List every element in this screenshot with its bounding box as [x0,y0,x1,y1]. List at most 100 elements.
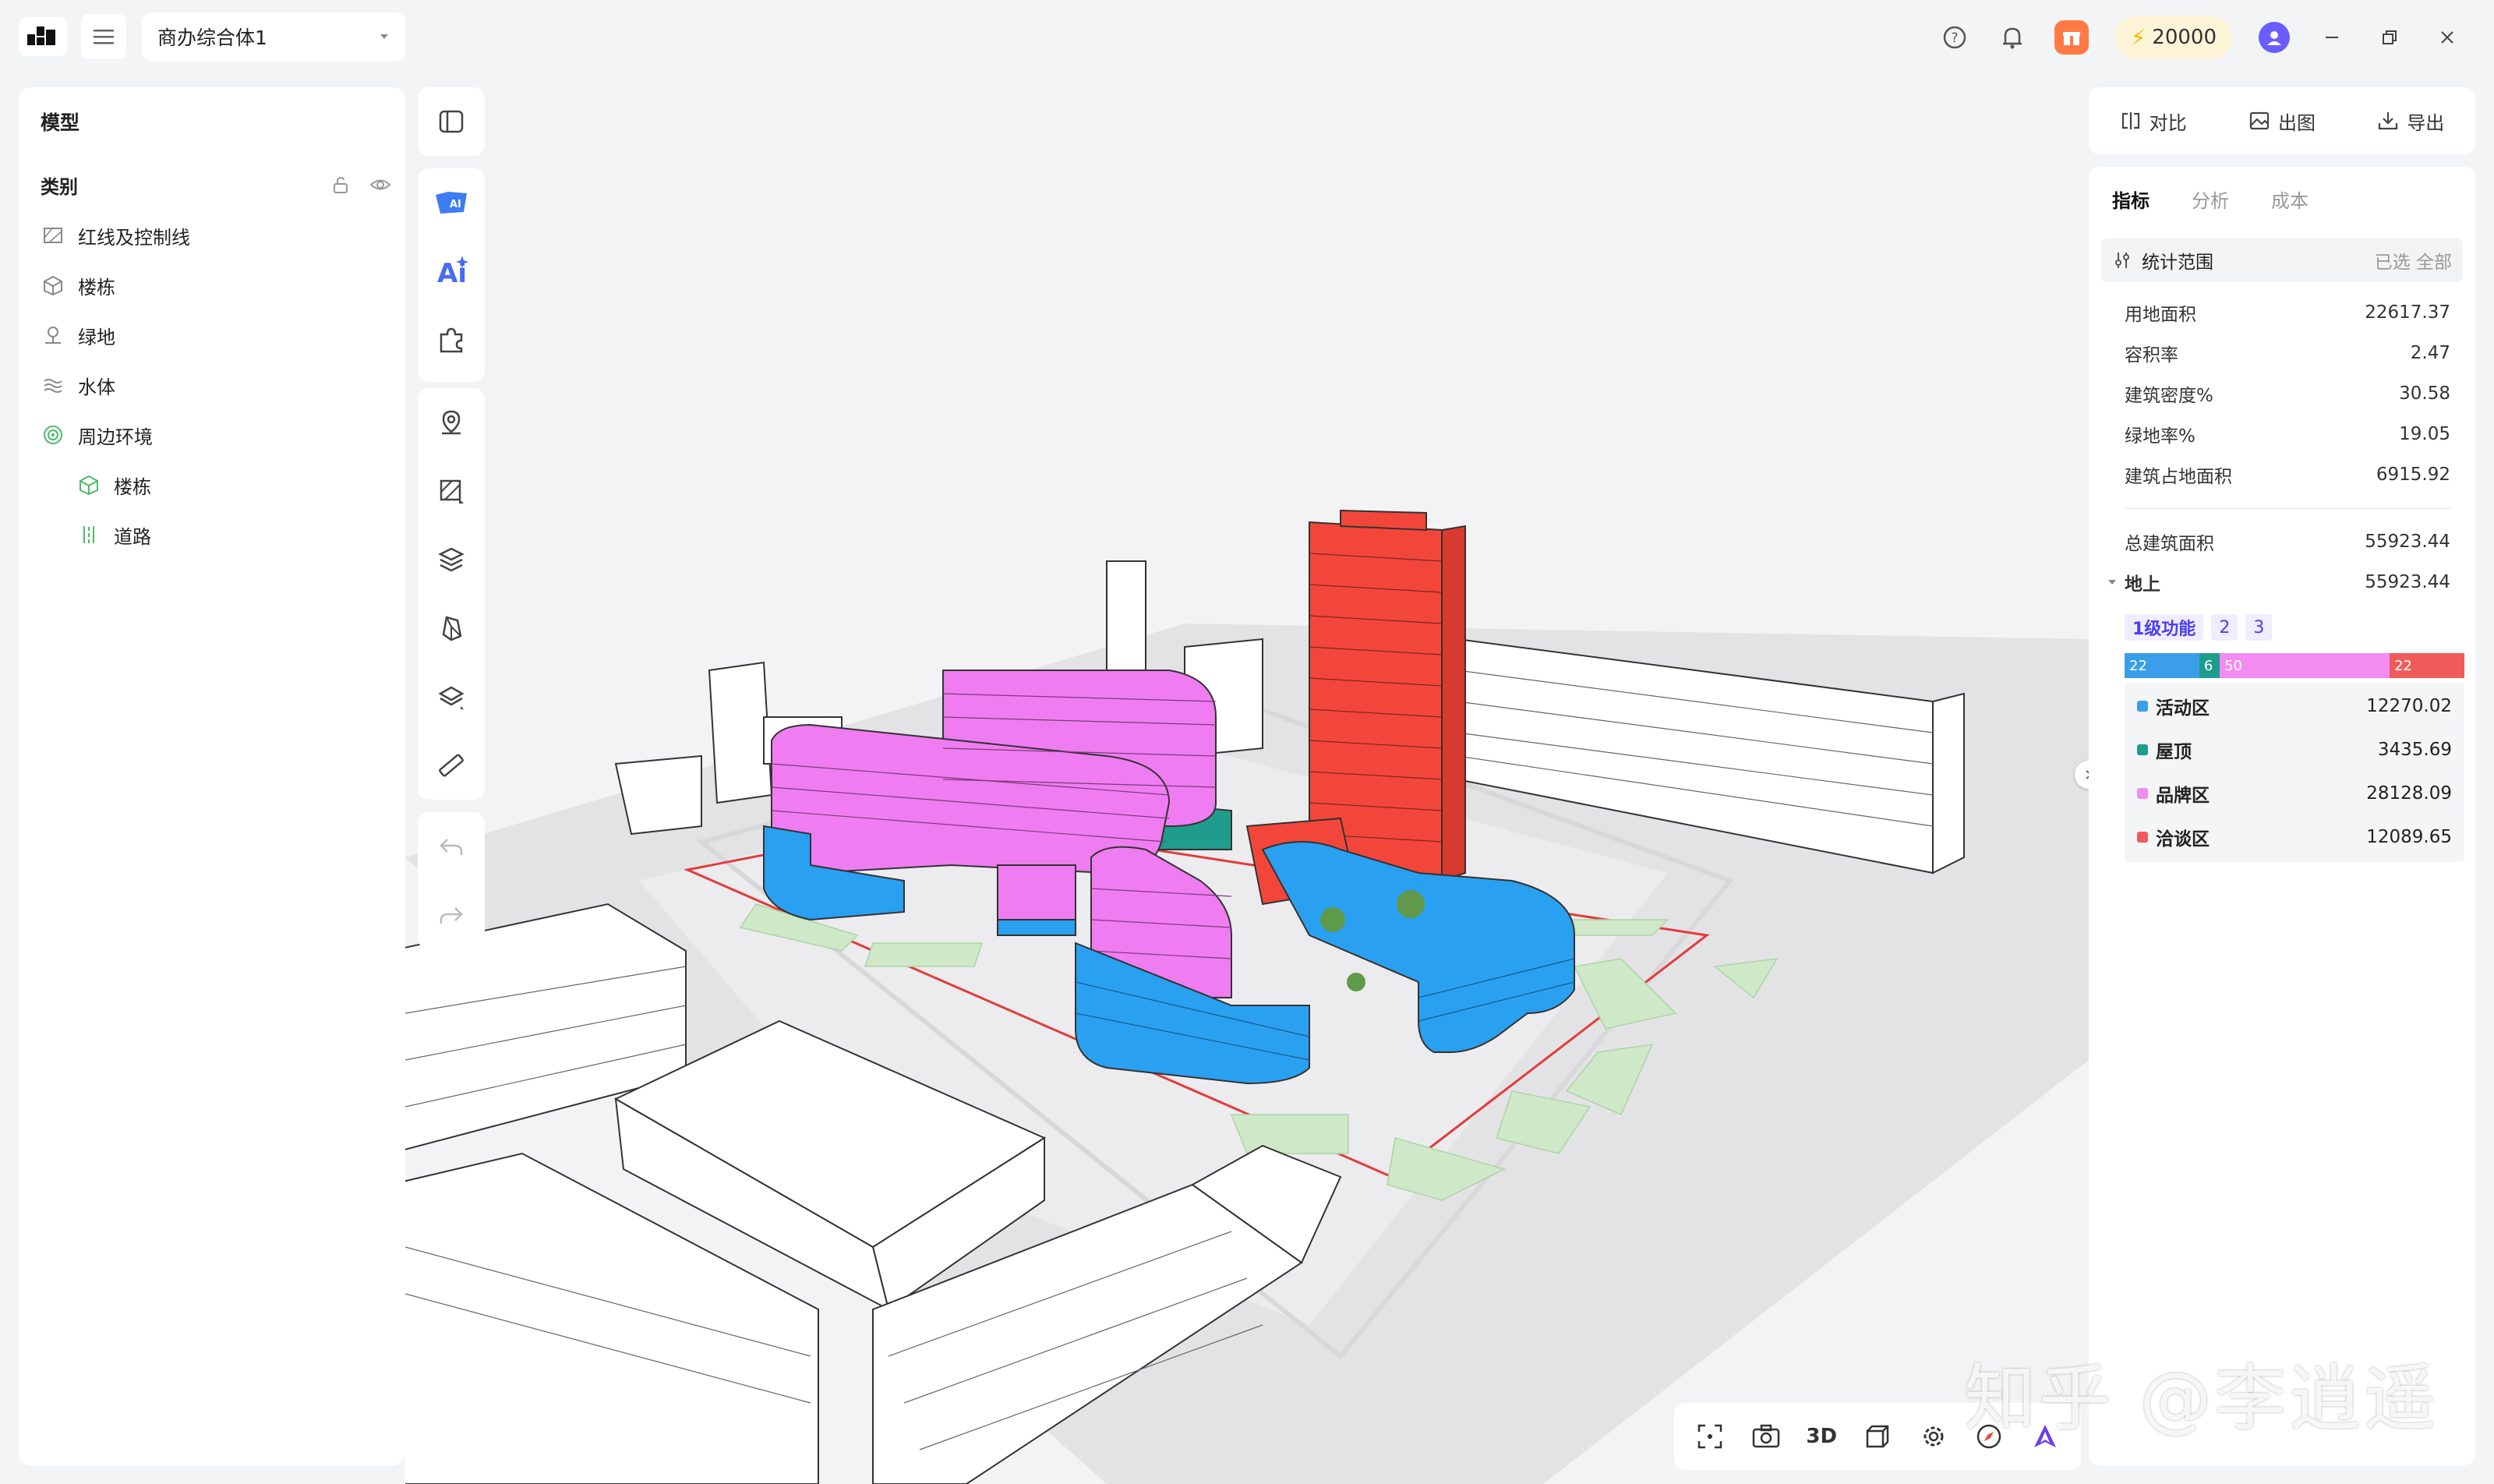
tree-item-label: 道路 [114,525,151,548]
close-button[interactable] [2432,22,2463,53]
view-cube-button[interactable] [1856,1415,1899,1458]
help-button[interactable]: ? [1939,22,1970,53]
right-actions-bar: 对比 出图 导出 [2089,87,2475,154]
legend-row-negotiation[interactable]: 洽谈区 12089.65 [2137,822,2452,853]
legend-label: 活动区 [2156,698,2210,719]
menu-button[interactable] [81,14,126,59]
sidebar-toggle-icon [439,110,464,133]
export-button[interactable]: 导出 [2377,108,2444,135]
metric-value: 19.05 [2399,424,2450,444]
tree-item-water[interactable]: 水体 [42,362,115,408]
legend-swatch [2137,788,2148,799]
tab-indicators[interactable]: 指标 [2112,186,2150,213]
tree-item-surroundings[interactable]: 周边环境 [42,412,153,458]
focus-button[interactable] [1688,1415,1732,1458]
hatch-area-icon [440,479,464,504]
surrounding-icon [44,426,62,444]
metric-label: 容积率 [2125,345,2178,366]
metric-row: 建筑占地面积 6915.92 [2125,461,2450,488]
scope-label: 统计范围 [2142,253,2213,273]
measure-tool[interactable] [418,731,485,800]
undo-icon [440,839,463,855]
filter-sliders-icon [2115,253,2129,268]
caret-down-icon [2108,580,2116,585]
compare-icon [2121,112,2139,129]
project-name: 商办综合体1 [157,26,267,49]
above-ground-row[interactable]: 地上 55923.44 [2107,569,2450,595]
layers-icon [438,547,465,572]
render-button[interactable]: 出图 [2248,108,2316,135]
metric-row: 用地面积 22617.37 [2125,299,2450,326]
hamburger-icon [94,30,114,44]
plugin-button[interactable] [418,306,485,374]
tree-item-label: 楼栋 [114,475,151,498]
model-panel: 模型 类别 红线及控制线 楼栋 绿地 水体 周边环境 楼栋 道路 [19,87,405,1465]
notification-button[interactable] [1997,22,2028,53]
legend-value: 3435.69 [2377,740,2452,760]
credits-badge[interactable]: ⚡ 20000 [2114,16,2232,59]
tree-item-label: 水体 [78,376,115,398]
total-area-row: 总建筑面积 55923.44 [2125,528,2450,555]
legend-row-brand[interactable]: 品牌区 28128.09 [2137,778,2452,809]
legend-row-activity[interactable]: 活动区 12270.02 [2137,691,2452,722]
app-logo[interactable] [19,17,67,56]
avatar[interactable] [2259,22,2290,53]
tab-analysis[interactable]: 分析 [2192,186,2229,213]
ai-layout-button[interactable]: AI [418,168,485,237]
screenshot-button[interactable] [1744,1415,1788,1458]
tree-item-roads[interactable]: 道路 [78,511,151,558]
redline-icon [44,228,62,243]
modeling-tools-group [418,388,485,800]
3d-mode-button[interactable]: 3D [1800,1415,1843,1458]
credits-value: 20000 [2152,26,2217,49]
tab-level-1[interactable]: 1级功能 [2125,614,2204,641]
compare-button[interactable]: 对比 [2120,108,2187,135]
history-group [418,812,485,949]
minimize-button[interactable] [2316,22,2347,53]
metric-label: 建筑密度% [2125,386,2213,406]
mass-tool[interactable] [418,594,485,662]
layers-tool[interactable] [418,525,485,594]
tree-item-buildings[interactable]: 楼栋 [42,262,115,309]
3d-viewport[interactable] [405,78,2089,1484]
svg-text:?: ? [1951,30,1958,46]
location-tool[interactable] [418,388,485,457]
eye-icon[interactable] [369,175,391,195]
settings-button[interactable] [1912,1415,1955,1458]
legend-label: 屋顶 [2156,742,2192,762]
undo-button[interactable] [418,812,485,881]
plane-tool[interactable] [418,662,485,731]
total-area-label: 总建筑面积 [2125,534,2214,554]
user-icon [2267,31,2281,45]
tree-item-label: 绿地 [78,326,115,348]
ruler-icon [439,754,464,777]
tree-item-surrounding-buildings[interactable]: 楼栋 [78,461,151,508]
tab-level-3[interactable]: 3 [2245,614,2273,641]
gift-button[interactable] [2054,20,2089,55]
legend-label: 品牌区 [2156,786,2210,806]
total-area-value: 55923.44 [2365,532,2450,552]
toggle-sidebar-button[interactable] [418,87,485,156]
ai-generate-button[interactable]: Ai [418,237,485,306]
tree-item-redline[interactable]: 红线及控制线 [42,212,190,259]
tree-item-label: 周边环境 [78,426,153,448]
redo-button[interactable] [418,881,485,949]
hatch-tool[interactable] [418,457,485,525]
stack-segment: 22 [2390,653,2464,678]
above-ground-value: 55923.44 [2365,572,2450,592]
svg-text:AI: AI [450,199,461,210]
render-label: 出图 [2277,111,2316,134]
tree-item-greenland[interactable]: 绿地 [42,312,115,359]
scene-canvas[interactable] [405,78,2089,1484]
lightning-icon: ⚡ [2130,24,2146,51]
road-icon [83,526,94,543]
tab-level-2[interactable]: 2 [2211,614,2238,641]
stat-scope-row[interactable]: 统计范围 已选 全部 [2101,238,2463,282]
tab-cost[interactable]: 成本 [2271,186,2309,213]
restore-button[interactable] [2374,22,2405,53]
legend-row-roof[interactable]: 屋顶 3435.69 [2137,734,2452,765]
project-select[interactable]: 商办综合体1 [142,12,405,61]
water-icon [44,379,62,393]
unlock-icon[interactable] [330,175,351,195]
download-icon [2379,112,2398,130]
